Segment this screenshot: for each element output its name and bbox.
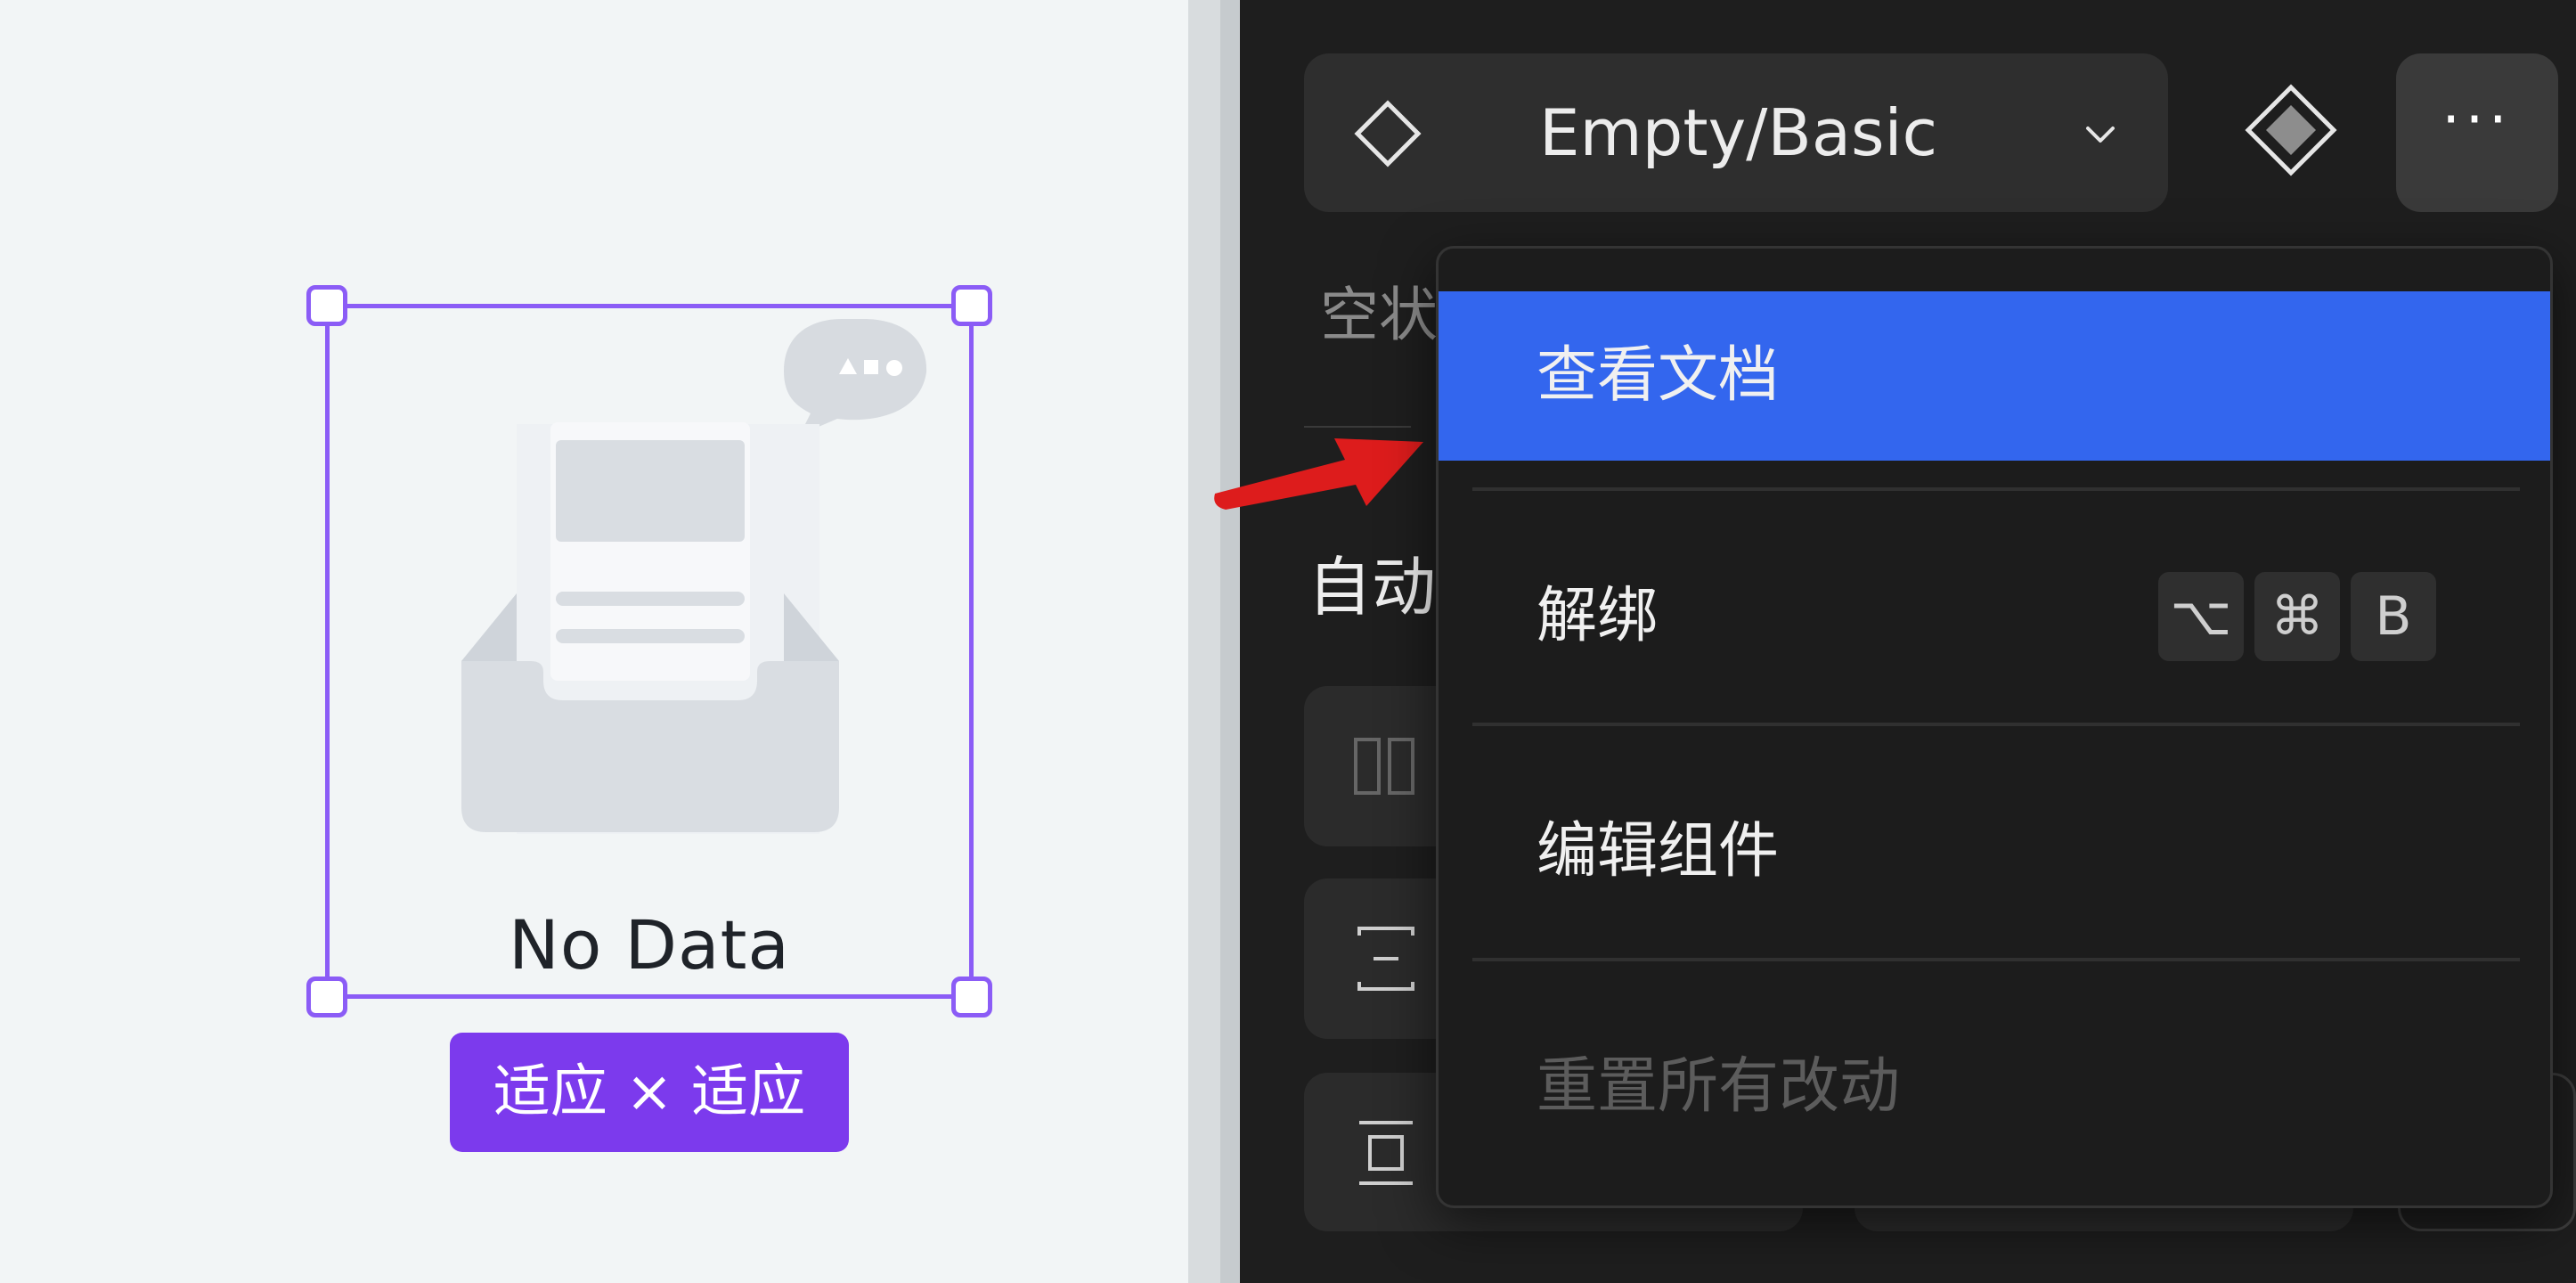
vertical-gap-icon xyxy=(1357,927,1414,991)
divider-edge xyxy=(1220,0,1240,1283)
resize-handle-top-left[interactable] xyxy=(306,285,347,326)
columns-icon xyxy=(1354,738,1414,795)
resize-handle-bottom-left[interactable] xyxy=(306,977,347,1017)
resize-handle-top-right[interactable] xyxy=(951,285,992,326)
canvas-panel-divider[interactable] xyxy=(1188,0,1240,1283)
resize-handle-bottom-right[interactable] xyxy=(951,977,992,1017)
option-key-icon: ⌥ xyxy=(2158,572,2244,661)
empty-state-title: No Data xyxy=(509,905,790,985)
go-to-main-component-icon[interactable] xyxy=(2238,78,2344,185)
b-key-icon: B xyxy=(2351,572,2436,661)
component-description: 空状 xyxy=(1320,281,1438,349)
component-instance-icon xyxy=(1354,100,1422,168)
menu-item-view-docs[interactable]: 查看文档 xyxy=(1439,291,2550,461)
menu-item-label: 查看文档 xyxy=(1537,340,1780,411)
design-canvas[interactable]: No Data 适应 × 适应 xyxy=(0,0,1188,1283)
menu-separator xyxy=(1472,723,2520,726)
component-selector[interactable]: Empty/Basic xyxy=(1304,53,2168,212)
menu-item-edit-component[interactable]: 编辑组件 xyxy=(1439,767,2550,936)
size-badge: 适应 × 适应 xyxy=(450,1033,849,1152)
context-menu: 查看文档 解绑 ⌥ ⌘ B 编辑组件 重置所有改动 xyxy=(1436,246,2553,1208)
chevron-down-icon xyxy=(2086,127,2115,143)
menu-item-reset-overrides: 重置所有改动 xyxy=(1439,1002,2550,1172)
menu-item-label: 解绑 xyxy=(1537,581,1659,651)
menu-item-label: 编辑组件 xyxy=(1537,816,1780,887)
selected-frame[interactable]: No Data xyxy=(306,285,992,1017)
auto-layout-heading: 自动 xyxy=(1308,550,1437,625)
component-name: Empty/Basic xyxy=(1539,95,1938,170)
chat-bubble-icon xyxy=(784,319,927,435)
menu-separator xyxy=(1472,958,2520,961)
padding-vertical-icon xyxy=(1359,1121,1413,1185)
command-key-icon: ⌘ xyxy=(2254,572,2340,661)
menu-separator xyxy=(1472,487,2520,491)
empty-inbox-illustration xyxy=(461,319,927,834)
menu-item-label: 重置所有改动 xyxy=(1537,1051,1901,1122)
menu-item-detach[interactable]: 解绑 ⌥ ⌘ B xyxy=(1439,532,2550,701)
annotation-arrow-icon xyxy=(1214,438,1423,510)
more-options-button[interactable]: ··· xyxy=(2396,53,2558,212)
